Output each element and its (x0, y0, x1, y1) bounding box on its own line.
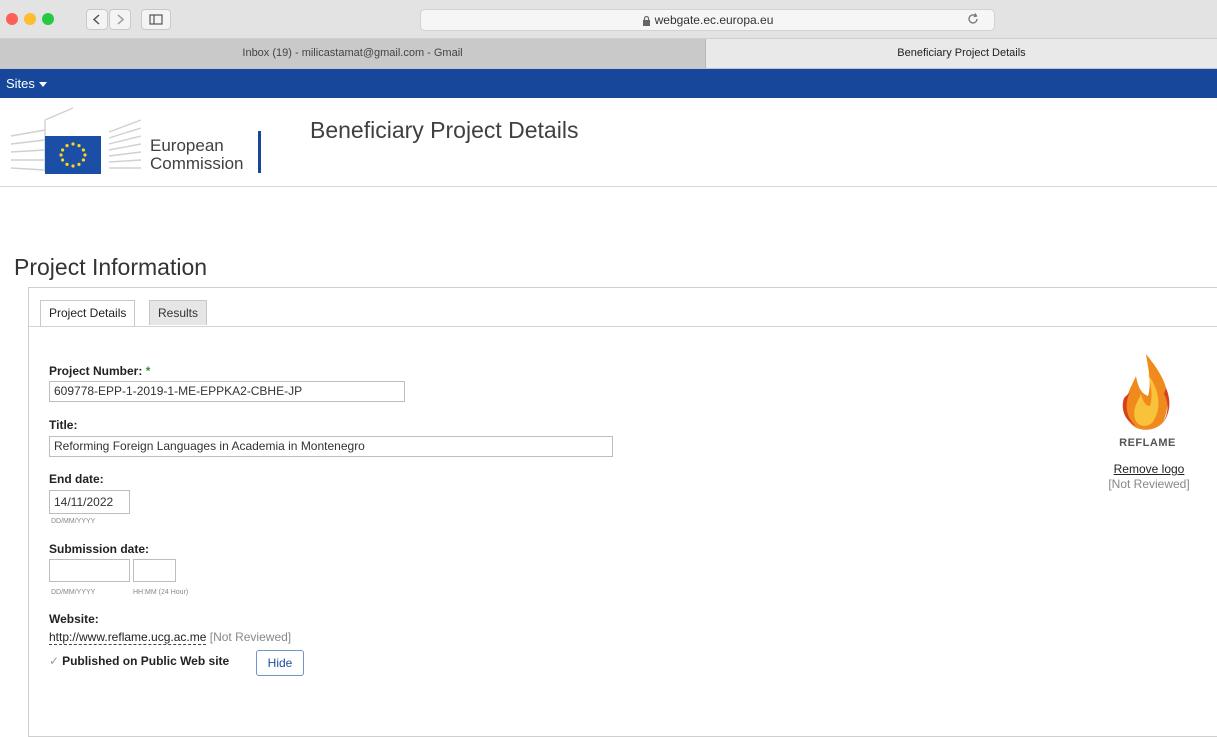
logo-text-line2: Commission (150, 154, 244, 173)
logo-status: [Not Reviewed] (1108, 477, 1190, 491)
address-text: webgate.ec.europa.eu (654, 13, 774, 27)
project-info-panel: Project Details Results Project Number: … (28, 287, 1217, 737)
sites-bar: Sites (0, 69, 1217, 98)
reflame-logo-text: REFLAME (1119, 437, 1176, 449)
sites-menu[interactable]: Sites (6, 69, 47, 98)
chevron-right-icon (117, 14, 125, 25)
published-label: Published on Public Web site (62, 654, 230, 668)
tab-project-details[interactable]: Project Details (40, 300, 136, 327)
zoom-window-button[interactable] (42, 13, 54, 25)
browser-toolbar: webgate.ec.europa.eu (0, 0, 1217, 39)
browser-tab-bar: Inbox (19) - milicastamat@gmail.com - Gm… (0, 39, 1217, 69)
project-number-label-text: Project Number: (49, 364, 143, 378)
hide-button[interactable]: Hide (256, 650, 304, 676)
logo-divider (258, 131, 261, 173)
logo-text-line1: European (150, 136, 224, 155)
back-button[interactable] (86, 9, 108, 30)
lock-icon (642, 16, 650, 27)
required-mark: * (145, 364, 151, 378)
close-window-button[interactable] (6, 13, 18, 25)
browser-tab-beneficiary[interactable]: Beneficiary Project Details (706, 39, 1217, 68)
page-title: Beneficiary Project Details (310, 117, 579, 143)
tab-results[interactable]: Results (149, 300, 208, 325)
tab-divider (29, 326, 1217, 327)
reload-icon[interactable] (966, 12, 980, 26)
caret-down-icon (38, 82, 47, 88)
submission-time-hint: HH:MM (24 Hour) (133, 589, 189, 596)
forward-button[interactable] (109, 9, 131, 30)
logo-wordmark: European Commission (150, 137, 244, 173)
submission-date-label: Submission date: (49, 542, 150, 556)
european-commission-logo (10, 107, 141, 174)
website-value: http://www.reflame.ucg.ac.me [Not Review… (49, 630, 292, 645)
chevron-left-icon (92, 14, 100, 25)
end-date-label: End date: (49, 472, 104, 486)
published-row: ✓ Published on Public Web site (49, 654, 229, 668)
submission-date-hint: DD/MM/YYYY (51, 589, 96, 596)
remove-logo-link[interactable]: Remove logo (1069, 462, 1217, 476)
title-field[interactable]: Reforming Foreign Languages in Academia … (49, 436, 613, 457)
sidebar-icon (149, 14, 163, 25)
title-label: Title: (49, 418, 78, 432)
end-date-field[interactable]: 14/11/2022 (49, 490, 130, 514)
website-link[interactable]: http://www.reflame.ucg.ac.me (49, 630, 207, 645)
sites-menu-label: Sites (6, 76, 35, 91)
sidebar-toggle-button[interactable] (141, 9, 171, 30)
section-title: Project Information (14, 254, 208, 280)
browser-tab-gmail[interactable]: Inbox (19) - milicastamat@gmail.com - Gm… (0, 39, 706, 68)
project-number-label: Project Number: * (49, 364, 150, 378)
checkmark-icon[interactable]: ✓ (49, 654, 59, 668)
project-number-field[interactable]: 609778-EPP-1-2019-1-ME-EPPKA2-CBHE-JP (49, 381, 405, 402)
submission-date-field[interactable] (49, 559, 130, 582)
end-date-hint: DD/MM/YYYY (51, 518, 96, 525)
address-bar[interactable]: webgate.ec.europa.eu (420, 9, 995, 31)
minimize-window-button[interactable] (24, 13, 36, 25)
submission-time-field[interactable] (133, 559, 176, 582)
website-status: [Not Reviewed] (209, 630, 292, 644)
website-label: Website: (49, 612, 99, 626)
site-header: European Commission Beneficiary Project … (0, 98, 1217, 187)
